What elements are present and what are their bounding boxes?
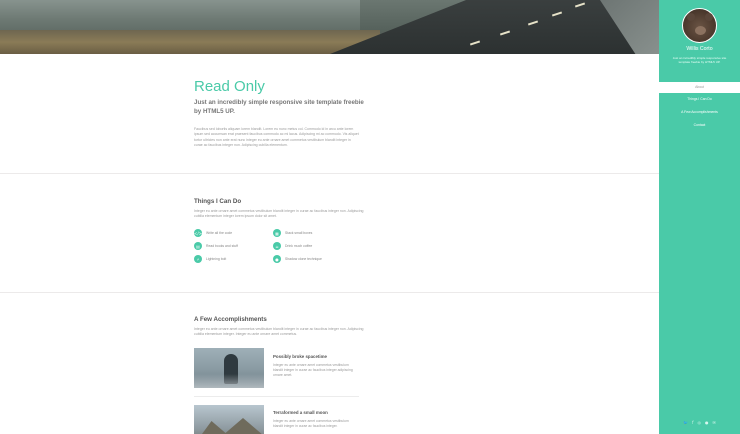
intro-title: Read Only xyxy=(194,78,265,95)
feature-item: ▦ Stack small boxes xyxy=(273,229,312,237)
email-icon[interactable]: ✉ xyxy=(713,420,716,425)
feature-label: Write all the code xyxy=(206,231,233,235)
nav-item-contact[interactable]: Contact xyxy=(659,123,740,127)
hooded-person-photo[interactable] xyxy=(194,348,264,388)
avatar-ear xyxy=(687,13,695,21)
feature-label: Lightning bolt xyxy=(206,257,227,261)
accomplishment-title: Possibly broke spacetime xyxy=(273,354,327,359)
coffee-icon: ☕ xyxy=(273,242,281,250)
book-icon: ▤ xyxy=(194,242,202,250)
photo-mist xyxy=(194,374,264,388)
avatar-snout xyxy=(695,26,706,35)
page: Read Only Just an incredibly simple resp… xyxy=(0,0,740,434)
accomplishment-title: Terraformed a small moon xyxy=(273,410,328,415)
feature-label: Stack small boxes xyxy=(285,231,313,235)
github-icon[interactable]: ● xyxy=(705,420,709,425)
facebook-icon[interactable]: f xyxy=(692,420,693,425)
feature-label: Read books and stuff xyxy=(206,244,238,248)
sidebar-header: Willis Corto Just an incredibly simple r… xyxy=(659,0,740,82)
cubes-icon: ▦ xyxy=(273,229,281,237)
accomplishment-text: Integer eu ante ornare amet commetus ves… xyxy=(273,419,349,429)
avatar-ear xyxy=(705,13,713,21)
nav-item-about[interactable]: About xyxy=(659,85,740,89)
code-icon: </> xyxy=(193,229,203,237)
sidebar: Willis Corto Just an incredibly simple r… xyxy=(659,0,740,434)
feature-label: Drink much coffee xyxy=(285,244,313,248)
twitter-icon[interactable]: 🐦 xyxy=(683,420,688,425)
intro-paragraph: Faucibus sed lobortis aliquam lorem blan… xyxy=(194,127,359,148)
accomplishments-heading: A Few Accomplishments xyxy=(194,316,267,323)
feature-item: ⚡ Lightning bolt xyxy=(194,255,226,263)
nav-item-accomplishments[interactable]: A Few Accomplishments xyxy=(659,110,740,114)
nav-item-things-i-can-do[interactable]: Things I Can Do xyxy=(659,97,740,101)
feature-item: ▤ Read books and stuff xyxy=(194,242,238,250)
section-divider xyxy=(0,292,659,293)
bolt-icon: ⚡ xyxy=(194,255,202,263)
photo-mountain xyxy=(194,418,264,434)
mountain-photo[interactable] xyxy=(194,405,264,434)
instagram-icon[interactable]: ◎ xyxy=(698,420,702,425)
section-divider xyxy=(0,173,659,174)
users-icon: ● xyxy=(273,255,281,263)
banner-water xyxy=(0,0,360,34)
accomplishments-paragraph: Integer eu ante ornare amet commetus ves… xyxy=(194,327,364,337)
banner-shore xyxy=(0,30,380,54)
feature-item: ● Shadow clone technique xyxy=(273,255,322,263)
avatar xyxy=(682,8,717,43)
intro-subtitle: Just an incredibly simple responsive sit… xyxy=(194,99,364,115)
social-links: 🐦 f ◎ ● ✉ xyxy=(659,420,740,425)
feature-item: ☕ Drink much coffee xyxy=(273,242,312,250)
skills-heading: Things I Can Do xyxy=(194,198,242,205)
feature-item: </> Write all the code xyxy=(194,229,232,237)
feature-label: Shadow clone technique xyxy=(285,257,322,261)
sidebar-description: Just an incredibly simple responsive sit… xyxy=(672,56,727,65)
accomplishment-divider xyxy=(194,396,359,397)
sidebar-name: Willis Corto xyxy=(686,46,713,52)
banner-image xyxy=(0,0,659,54)
skills-paragraph: Integer eu ante ornare amet commetus ves… xyxy=(194,209,364,219)
accomplishment-text: Integer eu ante ornare amet commetus ves… xyxy=(273,363,353,378)
